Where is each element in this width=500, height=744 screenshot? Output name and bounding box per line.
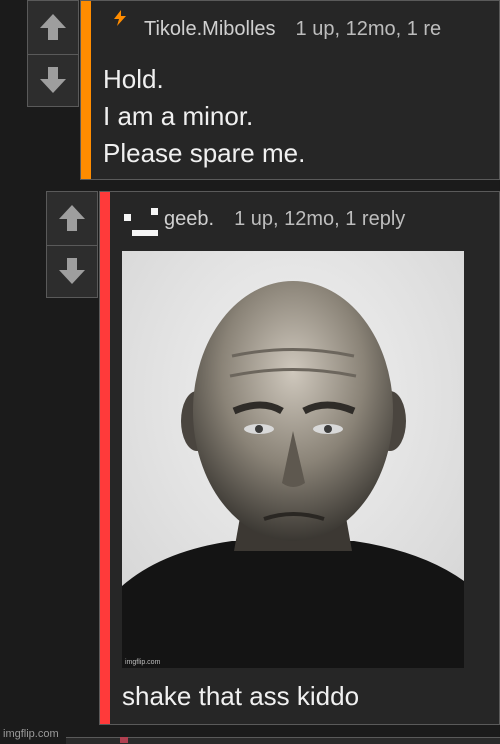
username[interactable]: geeb.	[164, 208, 214, 230]
comment-meta: 1 up, 12mo, 1 reply	[234, 208, 406, 230]
comment-1: Tikole.Mibolles 1 up, 12mo, 1 re Hold. I …	[80, 0, 500, 180]
image-watermark: imgflip.com	[125, 659, 161, 666]
lightning-icon	[114, 10, 126, 26]
downvote-button[interactable]	[47, 244, 97, 298]
arrow-up-icon	[59, 205, 85, 232]
username[interactable]: Tikole.Mibolles	[144, 18, 276, 40]
comment-line: I am a minor.	[103, 101, 254, 131]
comment-header: Tikole.Mibolles 1 up, 12mo, 1 re	[144, 18, 441, 41]
downvote-button[interactable]	[28, 53, 78, 107]
comment-header: geeb. 1 up, 12mo, 1 reply	[164, 208, 405, 231]
bald-man-portrait	[122, 251, 464, 668]
vote-box-1	[27, 0, 79, 107]
face-icon	[124, 208, 158, 236]
comment-caption: shake that ass kiddo	[122, 681, 360, 711]
upvote-button[interactable]	[47, 192, 97, 245]
footer-watermark: imgflip.com	[3, 728, 59, 740]
vote-box-2	[46, 191, 98, 298]
comment-body: Hold. I am a minor. Please spare me.	[103, 61, 305, 172]
comment-meta: 1 up, 12mo, 1 re	[295, 18, 442, 40]
comment-line: Please spare me.	[103, 138, 306, 168]
comment-bar	[100, 192, 110, 724]
upvote-button[interactable]	[28, 1, 78, 54]
meme-image[interactable]: imgflip.com	[122, 251, 464, 668]
next-comment-bar	[120, 737, 128, 743]
arrow-down-icon	[40, 67, 66, 94]
arrow-up-icon	[40, 14, 66, 41]
arrow-down-icon	[59, 258, 85, 285]
comment-bar	[81, 1, 91, 179]
comment-line: Hold.	[103, 64, 164, 94]
